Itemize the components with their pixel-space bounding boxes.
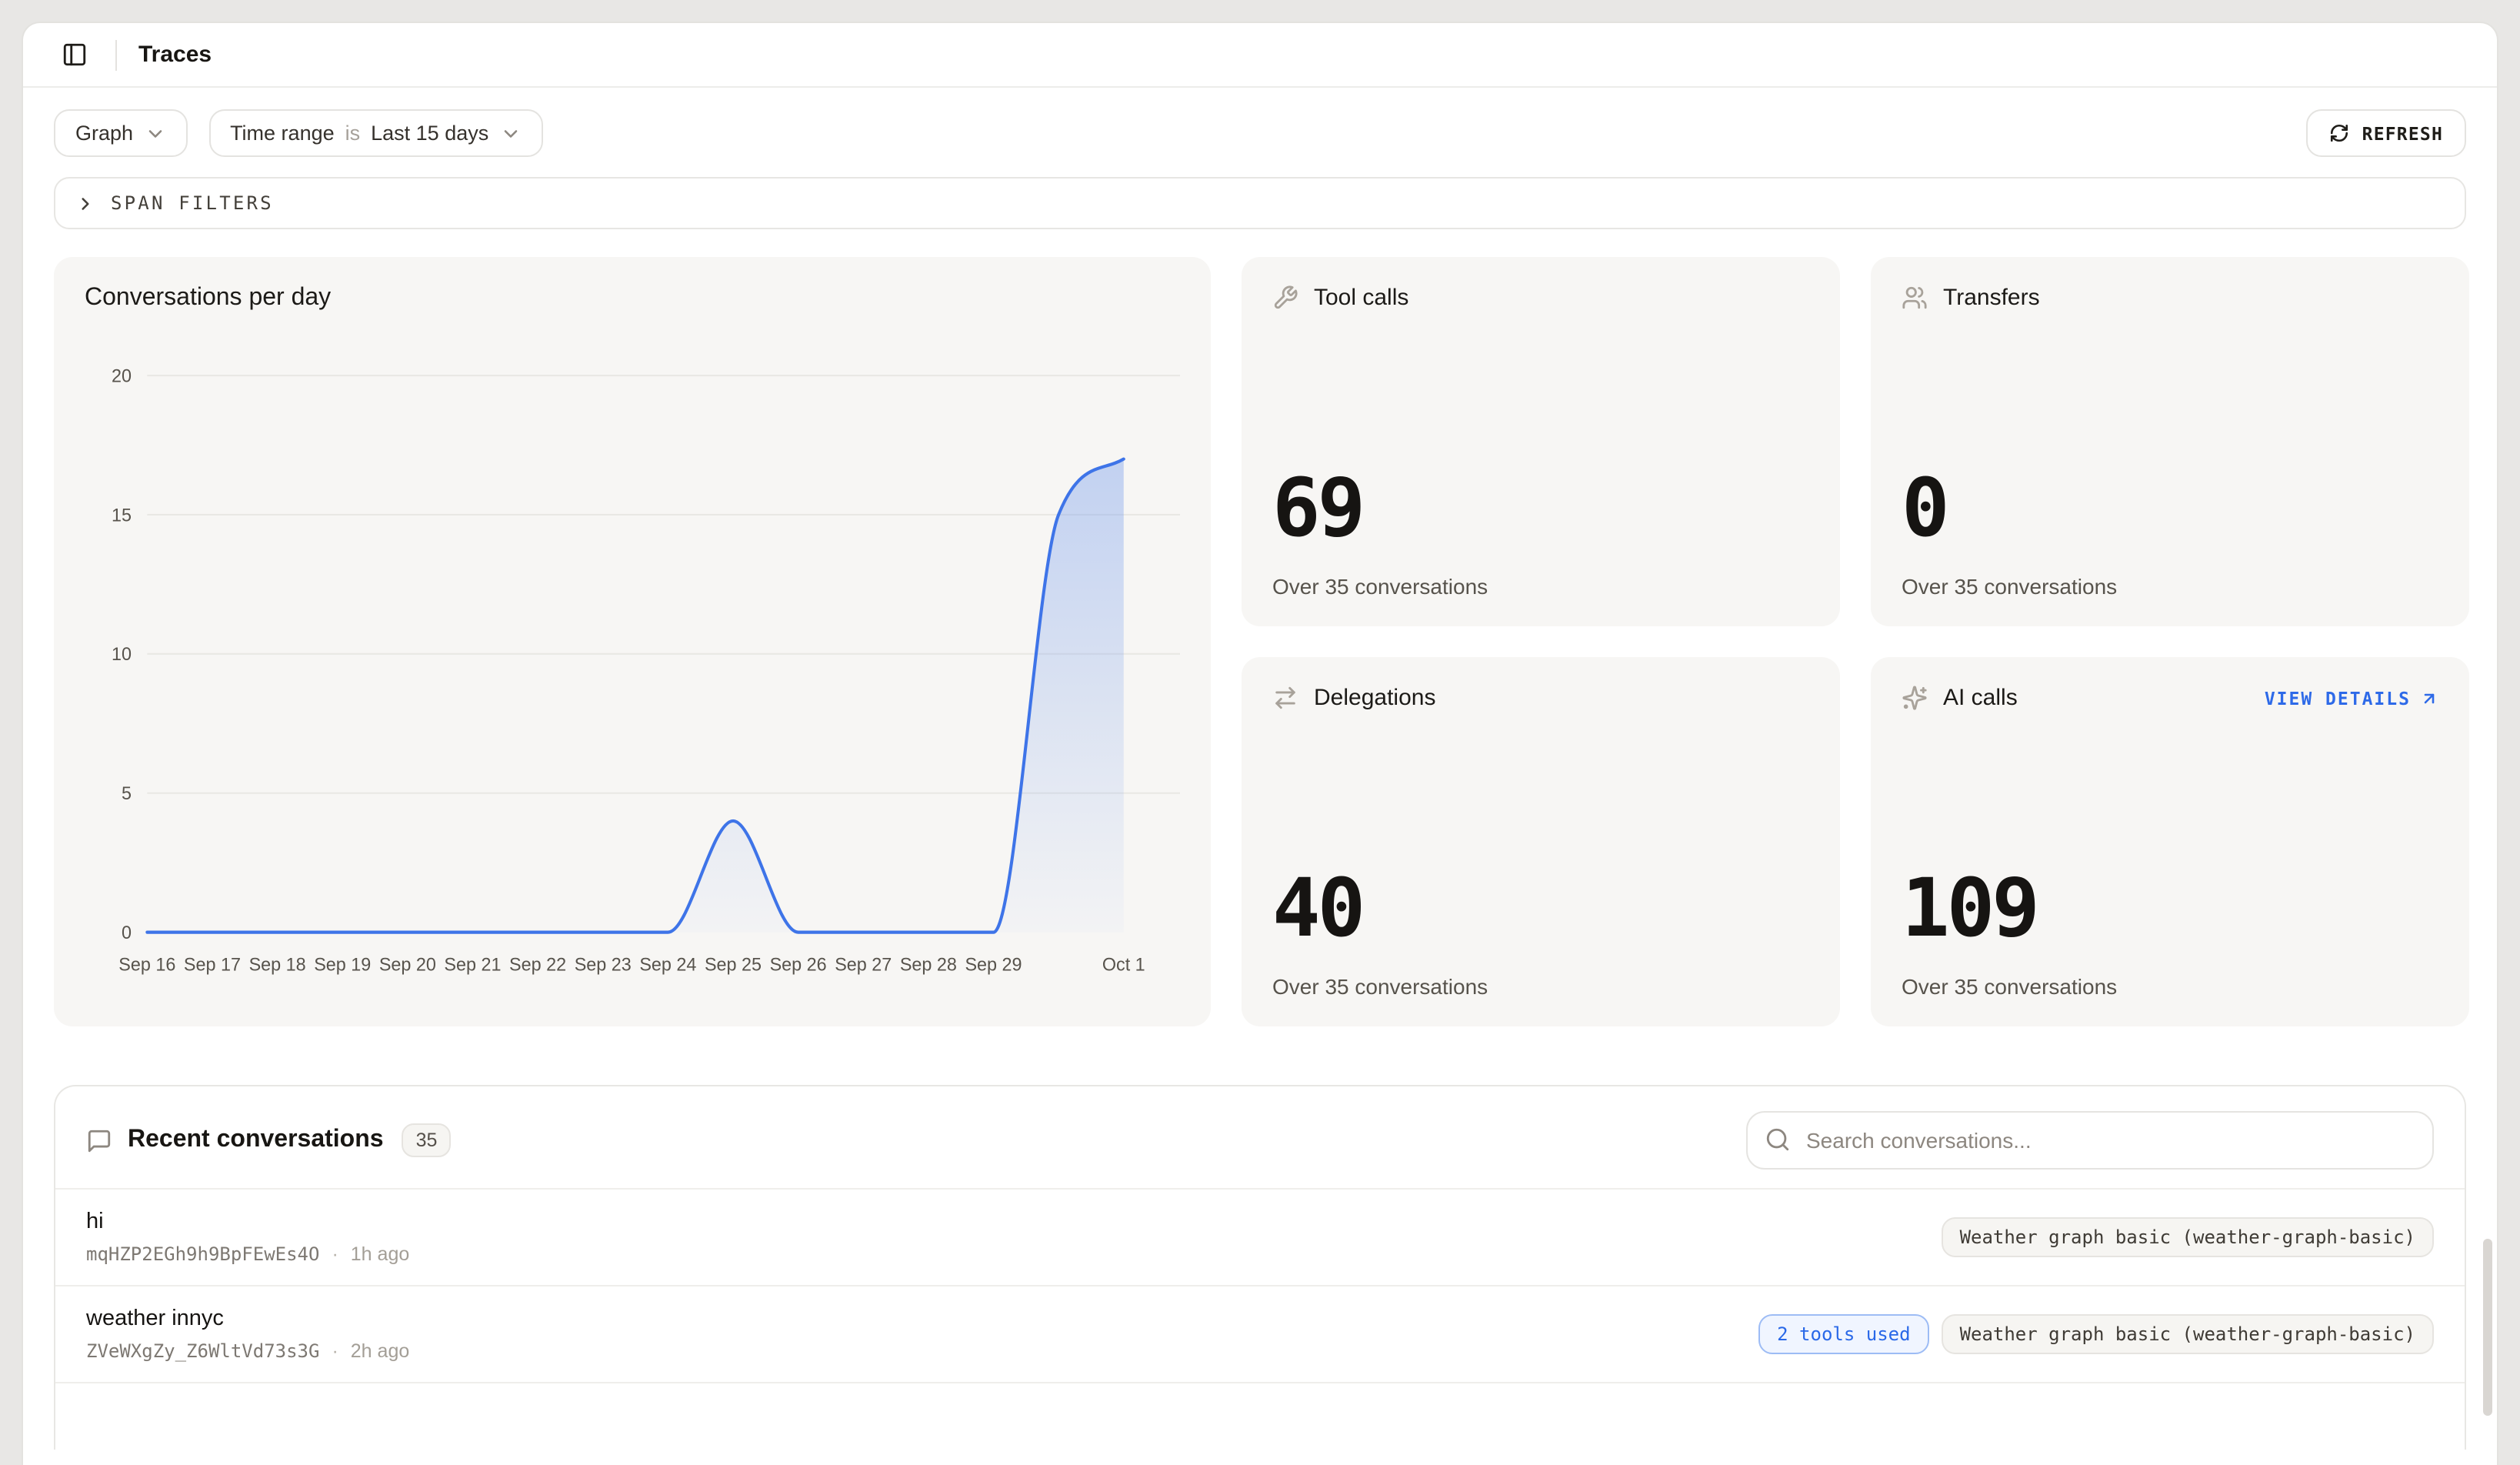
view-selector-label: Graph xyxy=(75,122,133,145)
meta-separator: · xyxy=(332,1243,338,1265)
recent-conversations-header: Recent conversations 35 xyxy=(55,1086,2465,1188)
stat-caption: Over 35 conversations xyxy=(1272,974,1809,999)
series-line xyxy=(147,459,1123,933)
panel-left-icon xyxy=(61,42,87,68)
stat-label: AI calls xyxy=(1943,685,2018,711)
x-tick-label: Oct 1 xyxy=(1102,955,1145,975)
users-icon xyxy=(1902,285,1928,311)
time-range-field: Time range xyxy=(230,122,335,145)
span-filters-label: SPAN FILTERS xyxy=(111,192,274,214)
header-divider xyxy=(115,39,117,70)
conversations-chart: 0 5 10 15 20 Sep 16 Sep 17 Sep 18 Sep 19 Sep 20 Se… xyxy=(85,334,1180,980)
refresh-icon xyxy=(2330,123,2350,143)
stat-caption: Over 35 conversations xyxy=(1902,574,2438,599)
conversation-id: ZVeWXgZy_Z6WltVd73s3G xyxy=(86,1340,319,1362)
arrows-swap-icon xyxy=(1272,685,1298,711)
conversation-row-partial xyxy=(55,1382,2465,1450)
recent-conversations-card: Recent conversations 35 hi mqHZP2EGh9h9B… xyxy=(54,1085,2466,1450)
conversations-chart-card: Conversations per day 0 5 10 15 20 Sep 16 Sep … xyxy=(54,257,1211,1026)
view-details-label: VIEW DETAILS xyxy=(2265,687,2411,709)
stat-card-tool-calls: Tool calls 69 Over 35 conversations xyxy=(1242,257,1840,626)
toolbar: Graph Time range is Last 15 days REFRESH xyxy=(23,88,2497,157)
y-tick-label: 10 xyxy=(112,645,132,665)
refresh-button[interactable]: REFRESH xyxy=(2307,109,2466,157)
view-details-link[interactable]: VIEW DETAILS xyxy=(2265,687,2438,709)
x-tick-label: Sep 21 xyxy=(444,955,501,975)
message-square-icon xyxy=(86,1127,112,1153)
conversation-title: weather innyc xyxy=(86,1306,409,1331)
area-chart-svg: 0 5 10 15 20 Sep 16 Sep 17 Sep 18 Sep 19 Sep 20 Se… xyxy=(85,334,1180,980)
x-tick-label: Sep 22 xyxy=(509,955,566,975)
stat-caption: Over 35 conversations xyxy=(1272,574,1809,599)
view-selector-dropdown[interactable]: Graph xyxy=(54,109,187,157)
x-tick-label: Sep 23 xyxy=(575,955,632,975)
span-filters-toggle[interactable]: SPAN FILTERS xyxy=(54,177,2466,229)
conversation-count-badge: 35 xyxy=(402,1123,452,1157)
y-tick-label: 20 xyxy=(112,366,132,386)
stat-value: 109 xyxy=(1902,869,2438,949)
y-tick-label: 0 xyxy=(122,923,132,943)
wrench-icon xyxy=(1272,285,1298,311)
y-tick-label: 5 xyxy=(122,784,132,804)
x-tick-label: Sep 18 xyxy=(249,955,306,975)
conversation-time: 1h ago xyxy=(351,1243,409,1265)
conversation-row[interactable]: hi mqHZP2EGh9h9BpFEwEs4O · 1h ago Weathe… xyxy=(55,1188,2465,1285)
stat-label: Delegations xyxy=(1314,685,1435,711)
conversation-id: mqHZP2EGh9h9BpFEwEs4O xyxy=(86,1243,319,1265)
x-tick-label: Sep 26 xyxy=(770,955,827,975)
x-tick-label: Sep 17 xyxy=(184,955,241,975)
agent-badge: Weather graph basic (weather-graph-basic… xyxy=(1942,1217,2434,1257)
agent-badge: Weather graph basic (weather-graph-basic… xyxy=(1942,1314,2434,1354)
tools-used-badge: 2 tools used xyxy=(1758,1314,1928,1354)
stat-card-ai-calls: AI calls VIEW DETAILS 109 Over 35 conver… xyxy=(1871,657,2469,1026)
sidebar-toggle-button[interactable] xyxy=(54,35,94,75)
arrow-up-right-icon xyxy=(2420,689,2438,707)
time-range-filter[interactable]: Time range is Last 15 days xyxy=(208,109,542,157)
stat-card-transfers: Transfers 0 Over 35 conversations xyxy=(1871,257,2469,626)
stat-label: Transfers xyxy=(1943,285,2040,311)
chevron-down-icon xyxy=(499,122,521,144)
time-range-value: Last 15 days xyxy=(371,122,488,145)
conversation-row[interactable]: weather innyc ZVeWXgZy_Z6WltVd73s3G · 2h… xyxy=(55,1285,2465,1382)
chevron-right-icon xyxy=(75,193,95,213)
stat-caption: Over 35 conversations xyxy=(1902,974,2438,999)
sparkles-icon xyxy=(1902,685,1928,711)
traces-page: Traces Graph Time range is Last 15 days … xyxy=(22,22,2498,1465)
stat-value: 0 xyxy=(1902,469,2438,549)
search-box xyxy=(1746,1111,2434,1170)
stat-label: Tool calls xyxy=(1314,285,1408,311)
stat-value: 69 xyxy=(1272,469,1809,549)
x-tick-label: Sep 19 xyxy=(314,955,371,975)
time-range-operator: is xyxy=(345,122,361,145)
x-tick-label: Sep 25 xyxy=(705,955,762,975)
chevron-down-icon xyxy=(144,122,165,144)
top-bar: Traces xyxy=(23,23,2497,88)
chart-title: Conversations per day xyxy=(85,285,1180,312)
scrollbar-thumb[interactable] xyxy=(2483,1239,2492,1416)
search-input[interactable] xyxy=(1746,1111,2434,1170)
x-tick-label: Sep 29 xyxy=(965,955,1022,975)
stat-value: 40 xyxy=(1272,869,1809,949)
x-tick-label: Sep 28 xyxy=(900,955,957,975)
stat-card-delegations: Delegations 40 Over 35 conversations xyxy=(1242,657,1840,1026)
x-tick-label: Sep 20 xyxy=(379,955,436,975)
conversation-time: 2h ago xyxy=(351,1340,409,1362)
recent-conversations-title: Recent conversations xyxy=(128,1126,384,1154)
y-tick-label: 15 xyxy=(112,506,132,526)
meta-separator: · xyxy=(332,1340,338,1362)
x-tick-label: Sep 27 xyxy=(835,955,892,975)
search-icon xyxy=(1765,1126,1791,1153)
conversation-title: hi xyxy=(86,1210,409,1234)
area-fill xyxy=(147,459,1123,933)
x-tick-label: Sep 24 xyxy=(639,955,696,975)
refresh-label: REFRESH xyxy=(2362,122,2443,144)
x-tick-label: Sep 16 xyxy=(118,955,175,975)
page-title: Traces xyxy=(138,42,212,68)
dashboard-grid: Conversations per day 0 5 10 15 20 Sep 16 Sep … xyxy=(54,257,2466,1026)
